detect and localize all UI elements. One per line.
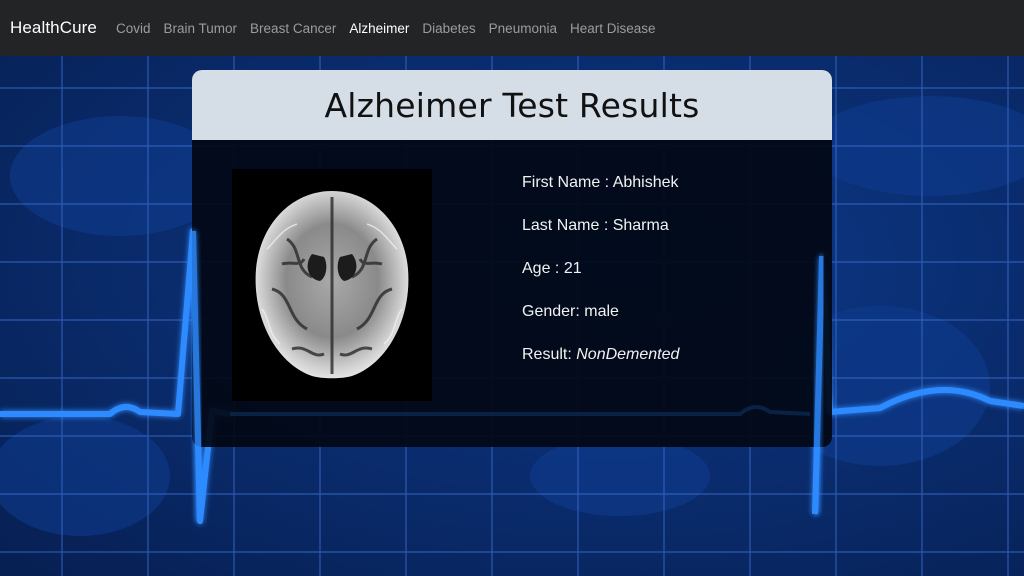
last-name-label: Last Name : [522, 217, 613, 234]
card-header: Alzheimer Test Results [192, 70, 832, 140]
nav-link-alzheimer[interactable]: Alzheimer [349, 21, 409, 36]
first-name-row: First Name : Abhishek [522, 174, 679, 195]
first-name-label: First Name : [522, 174, 613, 191]
gender-value: male [584, 303, 619, 320]
navbar: HealthCure Covid Brain Tumor Breast Canc… [0, 0, 1024, 56]
brain-mri-icon [255, 191, 409, 379]
gender-row: Gender: male [522, 303, 679, 324]
nav-link-brain-tumor[interactable]: Brain Tumor [164, 21, 238, 36]
card-body: First Name : Abhishek Last Name : Sharma… [192, 140, 832, 447]
nav-link-heart-disease[interactable]: Heart Disease [570, 21, 656, 36]
nav-link-covid[interactable]: Covid [116, 21, 151, 36]
page-title: Alzheimer Test Results [324, 85, 700, 125]
brand-link[interactable]: HealthCure [10, 18, 97, 38]
result-label: Result: [522, 346, 577, 363]
result-value: NonDemented [576, 346, 680, 363]
nav-link-breast-cancer[interactable]: Breast Cancer [250, 21, 336, 36]
patient-info: First Name : Abhishek Last Name : Sharma… [522, 174, 679, 389]
nav-link-pneumonia[interactable]: Pneumonia [489, 21, 557, 36]
first-name-value: Abhishek [612, 174, 679, 191]
age-row: Age : 21 [522, 260, 679, 281]
age-value: 21 [563, 260, 582, 277]
gender-label: Gender: [522, 303, 585, 320]
last-name-row: Last Name : Sharma [522, 217, 679, 238]
brain-mri-image [232, 169, 432, 401]
nav-link-diabetes[interactable]: Diabetes [422, 21, 475, 36]
result-card: Alzheimer Test Results First Name: Abhi… [192, 70, 832, 447]
age-label: Age : [522, 260, 564, 277]
last-name-value: Sharma [612, 217, 669, 234]
result-row: Result: NonDemented [522, 346, 679, 367]
